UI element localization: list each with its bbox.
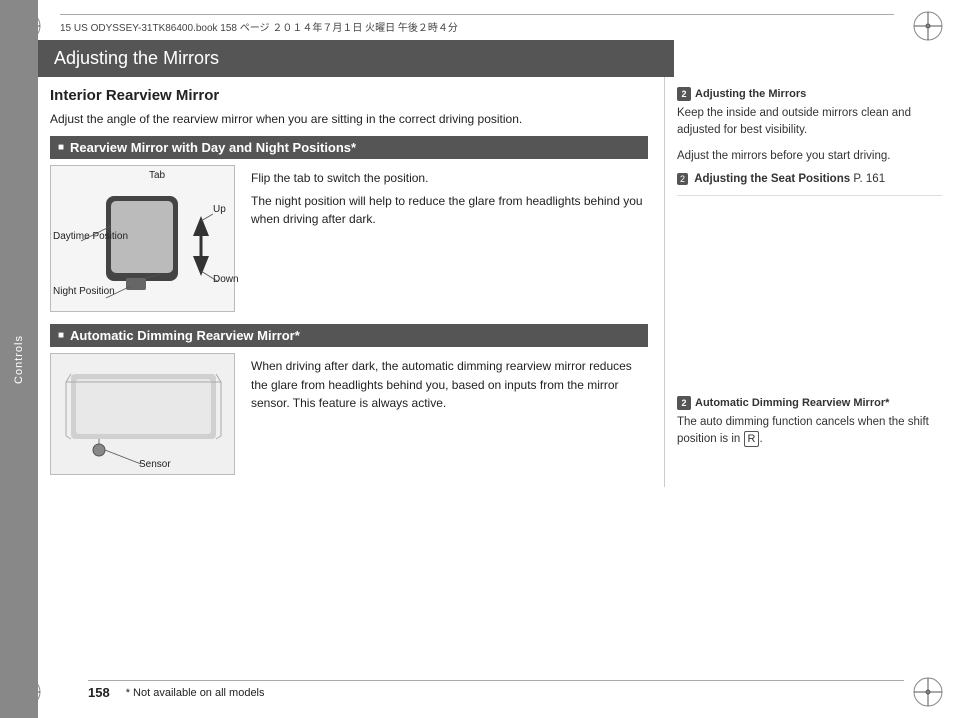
daytime-position-label: Daytime Position — [53, 230, 128, 243]
auto-dimming-desc: When driving after dark, the automatic d… — [251, 357, 648, 413]
up-label: Up — [213, 204, 226, 215]
night-position-label: Night Position — [53, 286, 115, 297]
auto-dimming-section: Automatic Dimming Rearview Mirror* — [50, 324, 648, 475]
content-area: Interior Rearview Mirror Adjust the angl… — [38, 77, 954, 487]
page-title: Adjusting the Mirrors — [54, 48, 219, 68]
right-section1-title: Adjusting the Mirrors — [677, 87, 942, 101]
page-header: Adjusting the Mirrors — [38, 40, 674, 77]
right-section1-text2: Adjust the mirrors before you start driv… — [677, 148, 942, 165]
day-night-description: Flip the tab to switch the position. The… — [251, 165, 648, 312]
page-number: 158 — [88, 685, 110, 700]
sensor-label: Sensor — [139, 459, 171, 470]
right-column: Adjusting the Mirrors Keep the inside an… — [664, 77, 942, 487]
tab-label: Tab — [149, 170, 165, 181]
footer: 158 * Not available on all models — [88, 680, 904, 700]
sidebar: Controls — [0, 0, 38, 718]
main-section-title: Interior Rearview Mirror — [50, 87, 648, 104]
sidebar-label: Controls — [13, 335, 25, 384]
mirror-diagram: Tab Up Down Daytime Position Night Posit… — [51, 166, 234, 311]
right-section1-text1: Keep the inside and outside mirrors clea… — [677, 105, 942, 140]
sensor-diagram-box: Sensor — [50, 353, 235, 475]
link-arrow-icon: 2 — [677, 173, 688, 185]
mirror-diagram-box: Tab Up Down Daytime Position Night Posit… — [50, 165, 235, 312]
right-divider — [677, 195, 942, 196]
sensor-diagram: Sensor — [51, 354, 234, 474]
day-night-desc-line2: The night position will help to reduce t… — [251, 192, 648, 229]
right-section1-link: 2 Adjusting the Seat Positions P. 161 — [677, 173, 942, 185]
main-content: Adjusting the Mirrors Interior Rearview … — [38, 0, 954, 718]
right-section2-block: Automatic Dimming Rearview Mirror* The a… — [677, 396, 942, 449]
auto-dimming-diagram-row: Sensor When driving after dark, the auto… — [50, 353, 648, 475]
right-section2-text: The auto dimming function cancels when t… — [677, 414, 942, 449]
auto-dimming-description: When driving after dark, the automatic d… — [251, 353, 648, 475]
down-label: Down — [213, 274, 239, 285]
day-night-desc-line1: Flip the tab to switch the position. — [251, 169, 648, 188]
footer-note: * Not available on all models — [126, 687, 265, 699]
intro-text: Adjust the angle of the rearview mirror … — [50, 110, 648, 128]
day-night-subtitle: Rearview Mirror with Day and Night Posit… — [50, 136, 648, 159]
right-section2-title: Automatic Dimming Rearview Mirror* — [677, 396, 942, 410]
auto-dimming-subtitle: Automatic Dimming Rearview Mirror* — [50, 324, 648, 347]
r-badge: R — [744, 431, 760, 447]
day-night-diagram-row: Tab Up Down Daytime Position Night Posit… — [50, 165, 648, 312]
left-column: Interior Rearview Mirror Adjust the angl… — [50, 77, 664, 487]
